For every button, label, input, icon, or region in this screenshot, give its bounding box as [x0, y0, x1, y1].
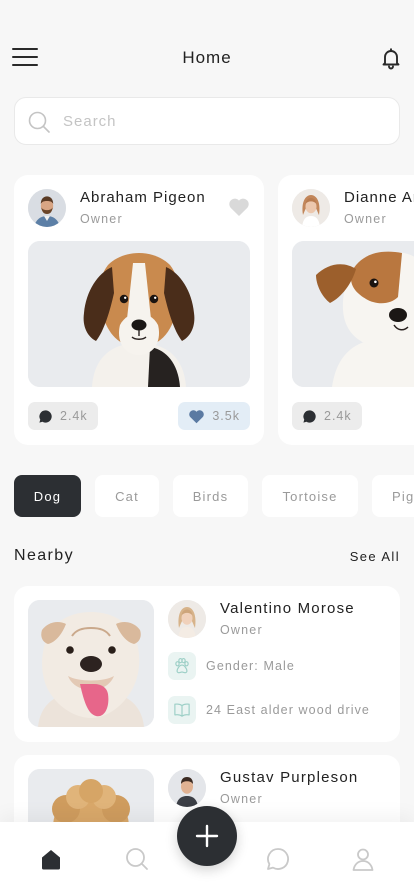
pet-photo[interactable] — [28, 241, 250, 387]
page-title: Home — [182, 48, 232, 67]
search-icon — [27, 110, 51, 134]
owner-role: Owner — [220, 623, 263, 637]
comment-icon — [39, 409, 52, 423]
gender-text: Gender: Male — [206, 659, 295, 673]
address-text: 24 East alder wood drive — [206, 703, 370, 717]
search-icon[interactable] — [124, 846, 150, 872]
category-chip-birds[interactable]: Birds — [173, 475, 248, 517]
featured-posts-carousel[interactable]: Abraham Pigeon Owner 2.4k 3.5k Dianne Ar… — [14, 175, 414, 445]
section-title-nearby: Nearby — [14, 547, 74, 564]
category-chip-pig[interactable]: Pig — [372, 475, 414, 517]
owner-role: Owner — [344, 212, 387, 226]
add-button[interactable] — [177, 806, 237, 866]
owner-name[interactable]: Dianne Ar — [344, 189, 414, 206]
search-bar — [14, 97, 400, 145]
category-filter[interactable]: Dog Cat Birds Tortoise Pig — [14, 475, 414, 517]
nearby-card[interactable]: Valentino Morose Owner Gender: Male 24 E… — [14, 586, 400, 742]
owner-name[interactable]: Abraham Pigeon — [80, 189, 206, 206]
heart-icon[interactable] — [228, 197, 250, 217]
gender-row: Gender: Male — [168, 652, 295, 680]
post-card[interactable]: Abraham Pigeon Owner 2.4k 3.5k — [14, 175, 264, 445]
pet-photo[interactable] — [28, 600, 154, 727]
post-card[interactable]: Dianne Ar Owner 2.4k — [278, 175, 414, 445]
owner-role: Owner — [220, 792, 263, 806]
avatar[interactable] — [168, 600, 206, 638]
profile-icon[interactable] — [350, 846, 376, 872]
comments-button[interactable]: 2.4k — [292, 402, 362, 430]
owner-role: Owner — [80, 212, 123, 226]
bell-icon[interactable] — [379, 46, 403, 70]
home-icon[interactable] — [38, 846, 64, 872]
likes-count: 3.5k — [212, 409, 240, 423]
pet-photo[interactable] — [292, 241, 414, 387]
comment-icon — [303, 409, 316, 423]
paw-icon — [168, 652, 196, 680]
avatar[interactable] — [168, 769, 206, 807]
top-bar: Home — [0, 40, 414, 76]
owner-name[interactable]: Gustav Purpleson — [220, 769, 358, 786]
category-chip-tortoise[interactable]: Tortoise — [262, 475, 358, 517]
category-chip-cat[interactable]: Cat — [95, 475, 159, 517]
book-icon — [168, 696, 196, 724]
address-row: 24 East alder wood drive — [168, 696, 370, 724]
comments-count: 2.4k — [60, 409, 88, 423]
heart-filled-icon — [189, 409, 205, 423]
likes-button[interactable]: 3.5k — [178, 402, 250, 430]
see-all-link[interactable]: See All — [350, 549, 400, 564]
avatar[interactable] — [28, 189, 66, 227]
avatar[interactable] — [292, 189, 330, 227]
add-icon — [195, 824, 219, 848]
comments-count: 2.4k — [324, 409, 352, 423]
owner-name[interactable]: Valentino Morose — [220, 600, 355, 617]
search-input[interactable] — [63, 98, 383, 144]
comments-button[interactable]: 2.4k — [28, 402, 98, 430]
chat-icon[interactable] — [265, 846, 291, 872]
category-chip-dog[interactable]: Dog — [14, 475, 81, 517]
